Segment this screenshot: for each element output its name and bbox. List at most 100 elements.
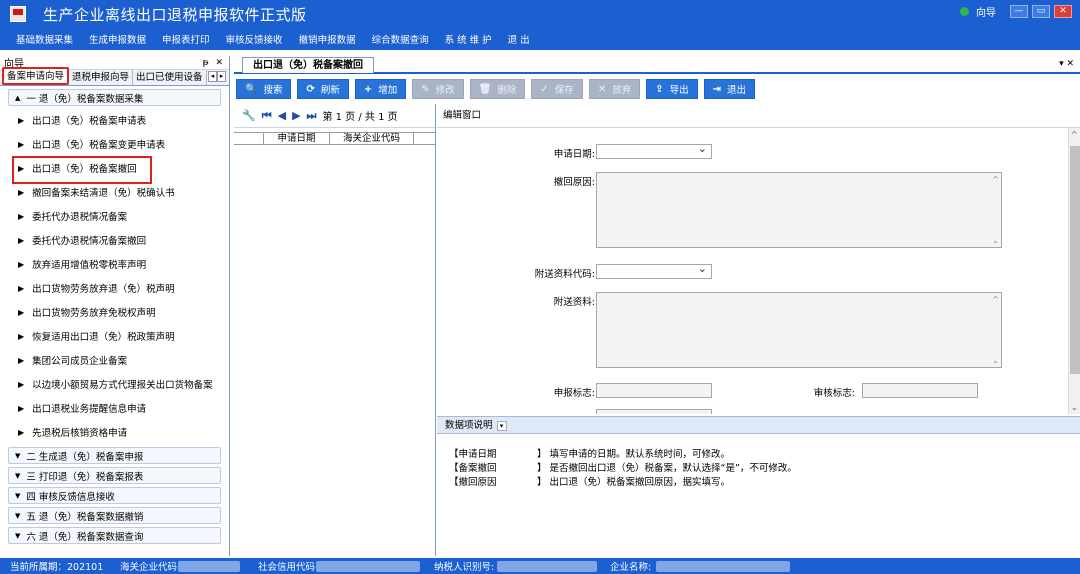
section-generate[interactable]: ▼ 二 生成退（免）税备案申报 bbox=[8, 447, 221, 464]
tab-refund-wizard[interactable]: 退税申报向导 bbox=[69, 70, 134, 85]
refresh-icon: ⟳ bbox=[306, 83, 315, 95]
redacted-taxpayer-id bbox=[497, 561, 597, 572]
tab-scroll-arrows[interactable]: ◂ ▸ bbox=[208, 71, 226, 82]
status-company-name-label: 企业名称: bbox=[610, 562, 652, 573]
expand-icon: ▼ bbox=[15, 491, 21, 500]
partial-input[interactable] bbox=[596, 409, 712, 414]
status-credit-code-label: 社会信用代码 bbox=[258, 562, 316, 573]
declare-flag-input[interactable] bbox=[596, 383, 712, 398]
refresh-button[interactable]: ⟳ 刷新 bbox=[297, 79, 349, 99]
tab-used-equipment[interactable]: 出口已使用设备 bbox=[133, 70, 207, 85]
column-customs-code[interactable]: 海关企业代码 bbox=[330, 133, 414, 144]
app-logo-icon bbox=[10, 6, 26, 22]
attach-code-label: 附送资料代码: bbox=[534, 269, 595, 280]
tab-scroll-right-icon[interactable]: ▸ bbox=[217, 71, 226, 82]
triangle-right-icon: ▶ bbox=[18, 331, 25, 341]
desc-row: 【申请日期】 填写申请的日期。默认系统时间，可修改。 bbox=[449, 449, 731, 460]
tree-item-filing-change[interactable]: ▶ 出口退（免）税备案变更申请表 bbox=[0, 132, 229, 156]
tab-scroll-left-icon[interactable]: ◂ bbox=[208, 71, 217, 82]
tree-item-waive-exemption[interactable]: ▶ 出口货物劳务放弃免税权声明 bbox=[0, 300, 229, 324]
tab-filing-revoke[interactable]: 出口退（免）税备案撤回 bbox=[242, 57, 374, 73]
column-apply-date[interactable]: 申请日期 bbox=[264, 133, 330, 144]
save-button[interactable]: ✓ 保存 bbox=[531, 79, 583, 99]
tree-item-waive-refund[interactable]: ▶ 出口货物劳务放弃退（免）税声明 bbox=[0, 276, 229, 300]
revoke-reason-textarea[interactable]: ^ ⌄ bbox=[596, 172, 1002, 248]
status-period: 当前所属期：202101 bbox=[10, 562, 104, 573]
tree-item-filing-revoke[interactable]: ▶ 出口退（免）税备案撤回 bbox=[0, 156, 229, 184]
section-print[interactable]: ▼ 三 打印退（免）税备案报表 bbox=[8, 467, 221, 484]
expand-icon: ▼ bbox=[15, 531, 21, 540]
triangle-right-icon: ▶ bbox=[18, 283, 25, 293]
status-bar: 当前所属期：202101 海关企业代码 社会信用代码 纳税人识别号: 企业名称: bbox=[0, 558, 1080, 574]
wrench-icon[interactable]: 🔧 bbox=[242, 109, 256, 122]
tree-item-filing-application[interactable]: ▶ 出口退（免）税备案申请表 bbox=[0, 108, 229, 132]
wizard-button[interactable]: 向导 bbox=[976, 4, 996, 19]
attach-code-select[interactable] bbox=[596, 262, 712, 279]
attach-textarea[interactable]: ^ ⌄ bbox=[596, 292, 1002, 368]
exit-button[interactable]: ⇥ 退出 bbox=[703, 79, 756, 99]
triangle-right-icon: ▶ bbox=[18, 187, 25, 197]
menu-audit-feedback[interactable]: 审核反馈接收 bbox=[226, 32, 283, 46]
last-page-icon[interactable]: ⏭ bbox=[307, 109, 317, 123]
delete-button[interactable]: 🗑 删除 bbox=[469, 79, 526, 99]
menu-basic-data[interactable]: 基础数据采集 bbox=[16, 32, 73, 46]
scrollbar-thumb[interactable] bbox=[1070, 146, 1080, 374]
data-item-description-header[interactable]: 数据项说明 ▾ bbox=[437, 416, 1080, 434]
chevron-down-icon[interactable]: ▾ bbox=[496, 420, 507, 431]
maximize-button[interactable]: ▭ bbox=[1032, 5, 1050, 18]
page-indicator: 第 1 页 / 共 1 页 bbox=[322, 112, 398, 123]
tree-item-agent-filing[interactable]: ▶ 委托代办退税情况备案 bbox=[0, 204, 229, 228]
section-query[interactable]: ▼ 六 退（免）税备案数据查询 bbox=[8, 527, 221, 544]
edit-icon: ✎ bbox=[421, 83, 430, 95]
menu-exit[interactable]: 退 出 bbox=[508, 32, 530, 46]
menu-system-maintenance[interactable]: 系 统 维 护 bbox=[445, 32, 492, 46]
collapse-icon: ▲ bbox=[15, 93, 21, 102]
redacted-company-name bbox=[656, 561, 790, 572]
section-revoke[interactable]: ▼ 五 退（免）税备案数据撤销 bbox=[8, 507, 221, 524]
triangle-right-icon: ▶ bbox=[18, 139, 25, 149]
edit-form-scrollbar[interactable]: ^ ⌄ bbox=[1068, 128, 1080, 414]
tab-close-controls[interactable]: ▾ ✕ bbox=[1059, 59, 1074, 69]
wizard-panel-controls[interactable]: ᵽ ✕ bbox=[203, 58, 225, 68]
triangle-right-icon: ▶ bbox=[18, 115, 25, 125]
menu-bar: 基础数据采集 生成申报数据 申报表打印 审核反馈接收 撤销申报数据 综合数据查询… bbox=[0, 28, 1080, 50]
desc-row: 【撤回原因】 出口退（免）税备案撤回原因，据实填写。 bbox=[449, 477, 731, 488]
first-page-icon[interactable]: ⏮ bbox=[262, 109, 272, 123]
tree-item-reminder-request[interactable]: ▶ 出口退税业务提醒信息申请 bbox=[0, 396, 229, 420]
filing-item-list: ▶ 出口退（免）税备案申请表 ▶ 出口退（免）税备案变更申请表 ▶ 出口退（免）税备案… bbox=[0, 108, 229, 444]
export-button[interactable]: ⇪ 导出 bbox=[646, 79, 698, 99]
triangle-right-icon: ▶ bbox=[18, 379, 25, 389]
audit-flag-input[interactable] bbox=[862, 383, 978, 398]
menu-generate-declaration[interactable]: 生成申报数据 bbox=[89, 32, 146, 46]
menu-print-report[interactable]: 申报表打印 bbox=[162, 32, 210, 46]
tree-item-restore-policy[interactable]: ▶ 恢复适用出口退（免）税政策声明 bbox=[0, 324, 229, 348]
next-page-icon[interactable]: ▶ bbox=[292, 109, 300, 122]
edit-form: 申请日期: 撤回原因: ^ ⌄ 附送资料代码: 附送资料: ^ ⌄ 申报标志: … bbox=[437, 128, 1080, 414]
discard-button[interactable]: ✕ 放弃 bbox=[588, 79, 641, 99]
title-bar-controls: 向导 — ▭ ✕ bbox=[960, 4, 1072, 19]
tree-item-agent-filing-revoke[interactable]: ▶ 委托代办退税情况备案撤回 bbox=[0, 228, 229, 252]
triangle-right-icon: ▶ bbox=[18, 355, 25, 365]
edit-button[interactable]: ✎ 修改 bbox=[412, 79, 464, 99]
prev-page-icon[interactable]: ◀ bbox=[278, 109, 286, 122]
triangle-right-icon: ▶ bbox=[18, 259, 25, 269]
section-filing-data[interactable]: ▲ 一 退（免）税备案数据采集 bbox=[8, 89, 221, 106]
search-button[interactable]: 🔍 搜索 bbox=[236, 79, 292, 99]
apply-date-select[interactable] bbox=[596, 142, 712, 159]
scroll-down-icon[interactable]: ⌄ bbox=[1071, 403, 1078, 412]
add-button[interactable]: + 增加 bbox=[354, 79, 407, 99]
exit-icon: ⇥ bbox=[712, 83, 722, 95]
scroll-up-icon[interactable]: ^ bbox=[1071, 130, 1078, 139]
tree-item-border-trade[interactable]: ▶ 以边境小额贸易方式代理报关出口货物备案 bbox=[0, 372, 229, 396]
x-icon: ✕ bbox=[597, 83, 607, 95]
tree-item-prior-refund[interactable]: ▶ 先退税后核销资格申请 bbox=[0, 420, 229, 444]
status-taxpayer-id-label: 纳税人识别号: bbox=[434, 562, 495, 573]
tree-item-group-member[interactable]: ▶ 集团公司成员企业备案 bbox=[0, 348, 229, 372]
section-feedback[interactable]: ▼ 四 审核反馈信息接收 bbox=[8, 487, 221, 504]
tree-item-waive-zero-rate[interactable]: ▶ 放弃适用增值税零税率声明 bbox=[0, 252, 229, 276]
close-button[interactable]: ✕ bbox=[1054, 5, 1072, 18]
minimize-button[interactable]: — bbox=[1010, 5, 1028, 18]
menu-revoke-declaration[interactable]: 撤销申报数据 bbox=[299, 32, 356, 46]
menu-query[interactable]: 综合数据查询 bbox=[372, 32, 429, 46]
tab-filing-wizard[interactable]: 备案申请向导 bbox=[2, 67, 70, 85]
